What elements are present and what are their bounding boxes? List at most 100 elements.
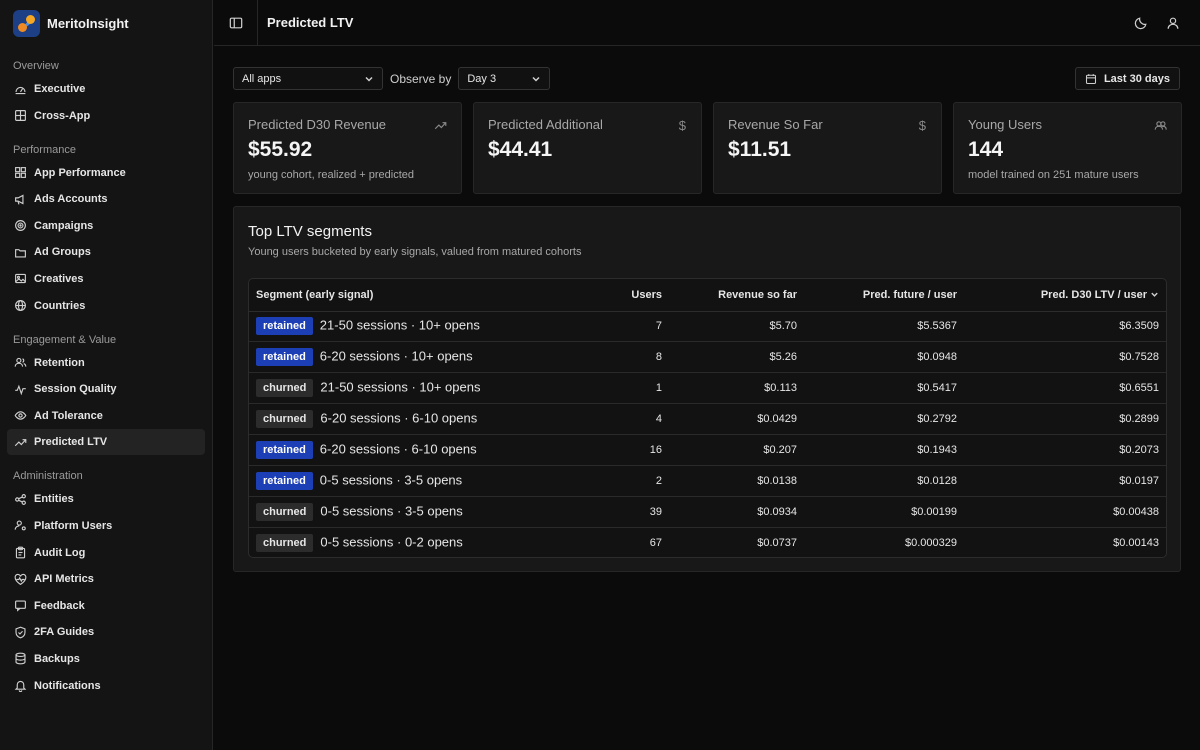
date-range-label: Last 30 days (1103, 72, 1170, 85)
sidebar-item-label: Audit Log (34, 546, 86, 559)
table-row[interactable]: retained 21-50 sessions · 10+ opens 7 $5.70… (249, 311, 1166, 343)
column-header-users[interactable]: Users (549, 279, 669, 312)
table-row[interactable]: retained 6-20 sessions · 10+ opens 8 $5.26 $… (249, 341, 1166, 374)
moon-icon[interactable] (1134, 16, 1148, 30)
activity-icon (13, 382, 27, 396)
segment-cell: retained 21-50 sessions · 10+ opens (249, 311, 549, 343)
sidebar-item-session-quality[interactable]: Session Quality (7, 376, 205, 402)
table-row[interactable]: churned 0-5 sessions · 3-5 opens 39 $0.0934… (249, 496, 1166, 528)
kpi-value: $11.51 (728, 138, 792, 161)
revenue-cell: $5.26 (669, 341, 804, 374)
chevron-down-icon (531, 74, 541, 84)
segment-cell: churned 0-5 sessions · 3-5 opens (249, 496, 549, 528)
sidebar-item-label: Feedback (34, 599, 85, 612)
column-header-segment[interactable]: Segment (early signal) (249, 279, 549, 312)
status-badge: churned (256, 533, 314, 552)
table-row[interactable]: churned 0-5 sessions · 0-2 opens 67 $0.0737… (249, 527, 1166, 557)
chevron-down-icon (364, 74, 374, 84)
status-badge: churned (256, 379, 314, 398)
kpi-label: Predicted Additional (488, 117, 603, 132)
table-row[interactable]: churned 6-20 sessions · 6-10 opens 4 $0.042… (249, 403, 1166, 436)
segment-cell: churned 21-50 sessions · 10+ opens (249, 372, 549, 405)
future-cell: $0.0128 (804, 465, 964, 497)
sidebar-item-api-metrics[interactable]: API Metrics (7, 566, 205, 592)
sidebar-item-ads-accounts[interactable]: Ads Accounts (7, 186, 205, 212)
column-header-future[interactable]: Pred. future / user (804, 279, 964, 312)
kpi-label: Young Users (968, 117, 1042, 132)
sidebar-item-label: Ad Groups (34, 246, 91, 259)
segment-cell: retained 0-5 sessions · 3-5 opens (249, 465, 549, 497)
apps-icon (13, 166, 27, 180)
kpi-subtext: young cohort, realized + predicted (248, 169, 415, 181)
revenue-cell: $0.0934 (669, 496, 804, 528)
sidebar-item-ad-groups[interactable]: Ad Groups (7, 239, 205, 265)
table-header-row: Segment (early signal) Users Revenue so … (249, 279, 1166, 312)
future-cell: $5.5367 (804, 311, 964, 343)
user-icon[interactable] (1166, 16, 1180, 30)
sidebar-item-label: Predicted LTV (34, 436, 108, 449)
segment-cell: churned 0-5 sessions · 0-2 opens (249, 527, 549, 557)
globe-icon (13, 299, 27, 313)
image-icon (13, 272, 27, 286)
status-badge: retained (256, 317, 313, 336)
kpi-card-predicted-additional: Predicted Additional $44.41 $ (473, 102, 702, 194)
nav-section-performance: Performance App Performance Ads Accounts Ca… (0, 140, 212, 319)
gauge-icon (13, 82, 27, 96)
nav-heading: Performance (13, 143, 76, 156)
observe-label: Observe by (390, 71, 452, 86)
table-row[interactable]: retained 6-20 sessions · 6-10 opens 16 $0.2… (249, 434, 1166, 466)
table-row[interactable]: churned 21-50 sessions · 10+ opens 1 $0.113… (249, 372, 1166, 405)
future-cell: $0.000329 (905, 536, 957, 549)
kpi-value: 144 (968, 138, 1004, 161)
sidebar-item-ad-tolerance[interactable]: Ad Tolerance (7, 403, 205, 429)
segment-label: 0-5 sessions · 0-2 opens (320, 534, 463, 550)
date-range-button[interactable]: Last 30 days (1074, 67, 1180, 90)
sidebar-item-countries[interactable]: Countries (7, 293, 205, 319)
sidebar-item-platform-users[interactable]: Platform Users (7, 513, 205, 539)
status-badge: churned (256, 502, 314, 521)
column-header-revenue[interactable]: Revenue so far (669, 279, 804, 312)
kpi-card-revenue-so-far: Revenue So Far $11.51 $ (713, 102, 942, 194)
sidebar-item-label: 2FA Guides (34, 626, 95, 639)
sidebar-item-feedback[interactable]: Feedback (7, 593, 205, 619)
target-icon (13, 219, 27, 233)
kpi-subtext: model trained on 251 mature users (968, 169, 1139, 181)
sidebar-item-backups[interactable]: Backups (7, 646, 205, 672)
dollar-icon: $ (918, 118, 926, 133)
sidebar: MeritoInsight Overview Executive Cross-App… (0, 0, 213, 750)
panel-title: Top LTV segments (248, 223, 372, 240)
sidebar-item-app-performance[interactable]: App Performance (7, 160, 205, 186)
sidebar-item-creatives[interactable]: Creatives (7, 266, 205, 292)
sidebar-item-notifications[interactable]: Notifications (7, 673, 205, 699)
sidebar-item-label: Creatives (34, 272, 84, 285)
sidebar-item-label: Ad Tolerance (34, 409, 103, 422)
sidebar-item-executive[interactable]: Executive (7, 76, 205, 102)
sidebar-toggle-button[interactable] (214, 0, 258, 46)
sidebar-item-2fa-guides[interactable]: 2FA Guides (7, 619, 205, 645)
ltv-cell: $0.0197 (964, 465, 1166, 497)
future-cell: $0.0948 (804, 341, 964, 374)
sidebar-item-label: Ads Accounts (34, 193, 108, 206)
sidebar-item-predicted-ltv[interactable]: Predicted LTV (7, 429, 205, 456)
segment-label: 6-20 sessions · 6-10 opens (320, 410, 478, 426)
future-cell: $0.1943 (804, 434, 964, 466)
sidebar-item-label: Executive (34, 83, 86, 95)
sidebar-item-label: App Performance (34, 166, 126, 179)
nav-section-administration: Administration Entities Platform Users Audi… (0, 466, 212, 698)
sidebar-item-campaigns[interactable]: Campaigns (7, 213, 205, 239)
sidebar-item-retention[interactable]: Retention (7, 350, 205, 376)
app-select[interactable]: All apps (233, 67, 383, 90)
sidebar-item-cross-app[interactable]: Cross-App (7, 103, 205, 129)
day-select[interactable]: Day 3 (458, 67, 551, 90)
sidebar-item-label: Backups (34, 652, 80, 665)
segment-label: 0-5 sessions · 3-5 opens (319, 472, 463, 488)
future-cell: $0.2792 (804, 403, 964, 436)
sidebar-nav: Overview Executive Cross-App Performance App… (0, 56, 212, 699)
column-header-ltv[interactable]: Pred. D30 LTV / user (964, 279, 1166, 312)
status-badge: churned (256, 410, 314, 429)
sidebar-item-entities[interactable]: Entities (7, 486, 205, 512)
sidebar-item-label: Countries (34, 299, 86, 312)
sidebar-item-audit-log[interactable]: Audit Log (7, 540, 205, 566)
table-row[interactable]: retained 0-5 sessions · 3-5 opens 2 $0.0138… (249, 465, 1166, 497)
brand[interactable]: MeritoInsight (0, 0, 212, 46)
